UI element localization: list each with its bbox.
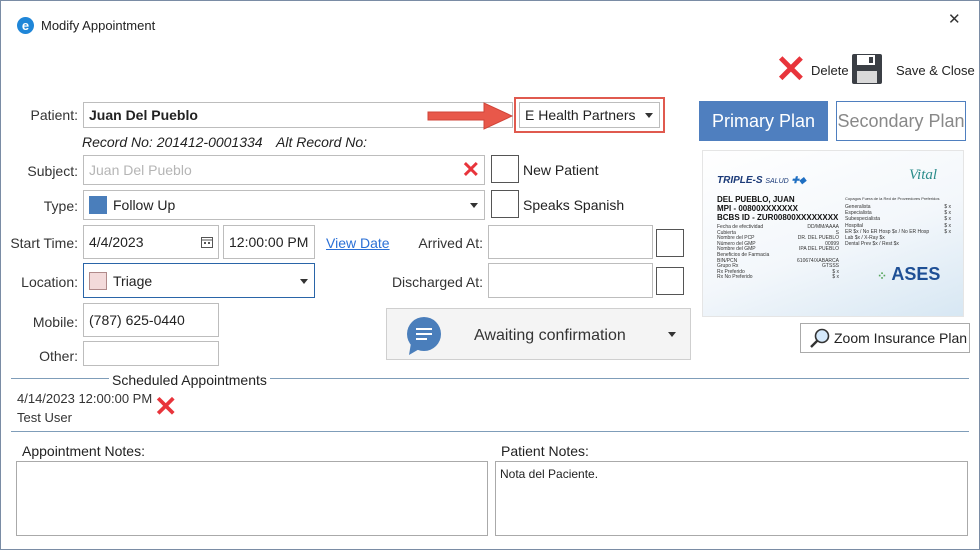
discharged-at-label: Discharged At: bbox=[391, 274, 483, 290]
patient-name: Juan Del Pueblo bbox=[89, 107, 198, 123]
patient-notes-label: Patient Notes: bbox=[501, 443, 589, 459]
arrived-at-label: Arrived At: bbox=[418, 235, 483, 251]
card-ases-text: ASES bbox=[891, 264, 941, 284]
insurance-card-image: TRIPLE-S SALUD ✚◆ Vital DEL PUEBLO, JUAN… bbox=[702, 150, 964, 317]
location-color-swatch bbox=[89, 271, 107, 290]
card-mpi: MPI - 00800XXXXXXX bbox=[717, 204, 798, 213]
start-time-input[interactable]: 12:00:00 PM bbox=[223, 225, 315, 259]
card-ases-logo: ⁘ ASES bbox=[877, 264, 940, 285]
clear-subject-icon[interactable]: ✕ bbox=[462, 159, 480, 181]
calendar-icon[interactable] bbox=[201, 236, 213, 248]
card-left-row-label: Rx No Preferido bbox=[717, 274, 753, 281]
card-right-row-label: Dental Prev $x / Rest $x bbox=[845, 241, 899, 248]
start-time-label: Start Time: bbox=[10, 235, 78, 251]
start-date-value: 4/4/2023 bbox=[89, 234, 144, 250]
card-vital-text: Vital bbox=[909, 167, 938, 183]
speaks-spanish-checkbox[interactable] bbox=[491, 190, 519, 218]
mobile-label: Mobile: bbox=[32, 314, 78, 330]
delete-label: Delete bbox=[811, 63, 849, 78]
appointment-notes-textarea[interactable] bbox=[16, 461, 488, 536]
card-left-row: Rx No Preferido $ x bbox=[717, 275, 839, 281]
insurer-dropdown[interactable]: E Health Partners bbox=[519, 102, 660, 128]
chat-bubble-icon bbox=[407, 317, 441, 355]
insurer-value: E Health Partners bbox=[525, 107, 636, 123]
save-close-button[interactable]: Save & Close bbox=[849, 53, 975, 87]
save-close-label: Save & Close bbox=[896, 63, 975, 78]
discharged-at-checkbox[interactable] bbox=[656, 267, 684, 295]
shield-icon: ✚◆ bbox=[791, 175, 806, 185]
chevron-down-icon bbox=[645, 113, 653, 118]
location-label: Location: bbox=[21, 274, 78, 290]
card-brand-sub: SALUD bbox=[765, 178, 789, 185]
other-label: Other: bbox=[39, 348, 78, 364]
type-dropdown[interactable]: Follow Up bbox=[83, 190, 485, 220]
new-patient-checkbox[interactable] bbox=[491, 155, 519, 183]
type-color-swatch bbox=[89, 196, 107, 214]
window-title: Modify Appointment bbox=[41, 18, 156, 33]
magnifier-icon bbox=[810, 328, 830, 348]
other-input[interactable] bbox=[83, 341, 219, 366]
delete-icon: ✕ bbox=[775, 49, 807, 91]
card-vital-logo: Vital bbox=[909, 167, 937, 184]
close-icon[interactable]: ✕ bbox=[948, 10, 961, 28]
card-brand-name: TRIPLE-S bbox=[717, 175, 763, 186]
new-patient-label: New Patient bbox=[523, 162, 599, 178]
scheduled-title: Scheduled Appointments bbox=[109, 372, 270, 388]
mobile-value: (787) 625-0440 bbox=[89, 312, 185, 328]
start-time-value: 12:00:00 PM bbox=[229, 234, 309, 250]
card-bcbs: BCBS ID - ZUR00800XXXXXXXX bbox=[717, 213, 839, 222]
record-no: Record No: 201412-0001334 bbox=[82, 134, 263, 150]
arrived-at-checkbox[interactable] bbox=[656, 229, 684, 257]
location-value: Triage bbox=[113, 272, 153, 289]
chevron-down-icon bbox=[300, 278, 308, 284]
status-dropdown[interactable]: Awaiting confirmation bbox=[386, 308, 691, 360]
location-dropdown[interactable]: Triage bbox=[83, 263, 315, 298]
card-left-row-value: DD/MM/AAAA bbox=[807, 224, 839, 230]
card-rows-left: Fecha de efectividad DD/MM/AAAA Cubierta S N… bbox=[717, 224, 839, 281]
zoom-insurance-plan-button[interactable]: Zoom Insurance Plan bbox=[800, 323, 970, 353]
type-label: Type: bbox=[43, 198, 78, 214]
patient-notes-textarea[interactable]: Nota del Paciente. bbox=[495, 461, 968, 536]
card-copay-title: Copagos Fuera de la Red de Proveedores P… bbox=[845, 196, 940, 201]
appointment-notes-label: Appointment Notes: bbox=[22, 443, 145, 459]
mobile-input[interactable]: (787) 625-0440 bbox=[83, 303, 219, 337]
primary-plan-button[interactable]: Primary Plan bbox=[699, 101, 828, 141]
card-member-name: DEL PUEBLO, JUAN bbox=[717, 195, 795, 204]
app-icon: e bbox=[17, 17, 34, 34]
card-brand: TRIPLE-S SALUD ✚◆ bbox=[717, 175, 806, 186]
type-value: Follow Up bbox=[113, 197, 176, 213]
zoom-label: Zoom Insurance Plan bbox=[834, 330, 968, 346]
arrived-at-input[interactable] bbox=[488, 225, 653, 259]
ases-dots-icon: ⁘ bbox=[877, 269, 888, 283]
delete-button[interactable]: ✕ Delete bbox=[775, 49, 849, 91]
card-rows-right: Generalista $ x Especialista $ x Subespecial… bbox=[845, 204, 951, 247]
chevron-down-icon bbox=[668, 332, 676, 337]
delete-scheduled-icon[interactable]: ✕ bbox=[154, 393, 177, 421]
subject-label: Subject: bbox=[27, 163, 78, 179]
start-date-picker[interactable]: 4/4/2023 bbox=[83, 225, 219, 259]
subject-input[interactable]: Juan Del Pueblo ✕ bbox=[83, 155, 485, 185]
notes-divider bbox=[11, 431, 969, 432]
card-right-row-value: $ x bbox=[944, 228, 951, 235]
speaks-spanish-label: Speaks Spanish bbox=[523, 197, 625, 213]
chevron-down-icon bbox=[470, 203, 478, 208]
status-value: Awaiting confirmation bbox=[474, 327, 626, 344]
floppy-disk-icon bbox=[852, 54, 882, 84]
card-left-row-value: IPA DEL PUEBLO bbox=[798, 246, 839, 253]
card-right-row: Dental Prev $x / Rest $x bbox=[845, 241, 951, 247]
secondary-plan-button[interactable]: Secondary Plan bbox=[836, 101, 966, 141]
alt-record-no: Alt Record No: bbox=[276, 134, 368, 150]
discharged-at-input[interactable] bbox=[488, 263, 653, 298]
highlight-arrow bbox=[427, 102, 514, 130]
modify-appointment-window: e Modify Appointment ✕ ✕ Delete Save & C… bbox=[0, 0, 980, 550]
subject-placeholder: Juan Del Pueblo bbox=[89, 162, 192, 178]
card-left-row-value: $ x bbox=[832, 274, 839, 281]
patient-label: Patient: bbox=[30, 107, 78, 123]
